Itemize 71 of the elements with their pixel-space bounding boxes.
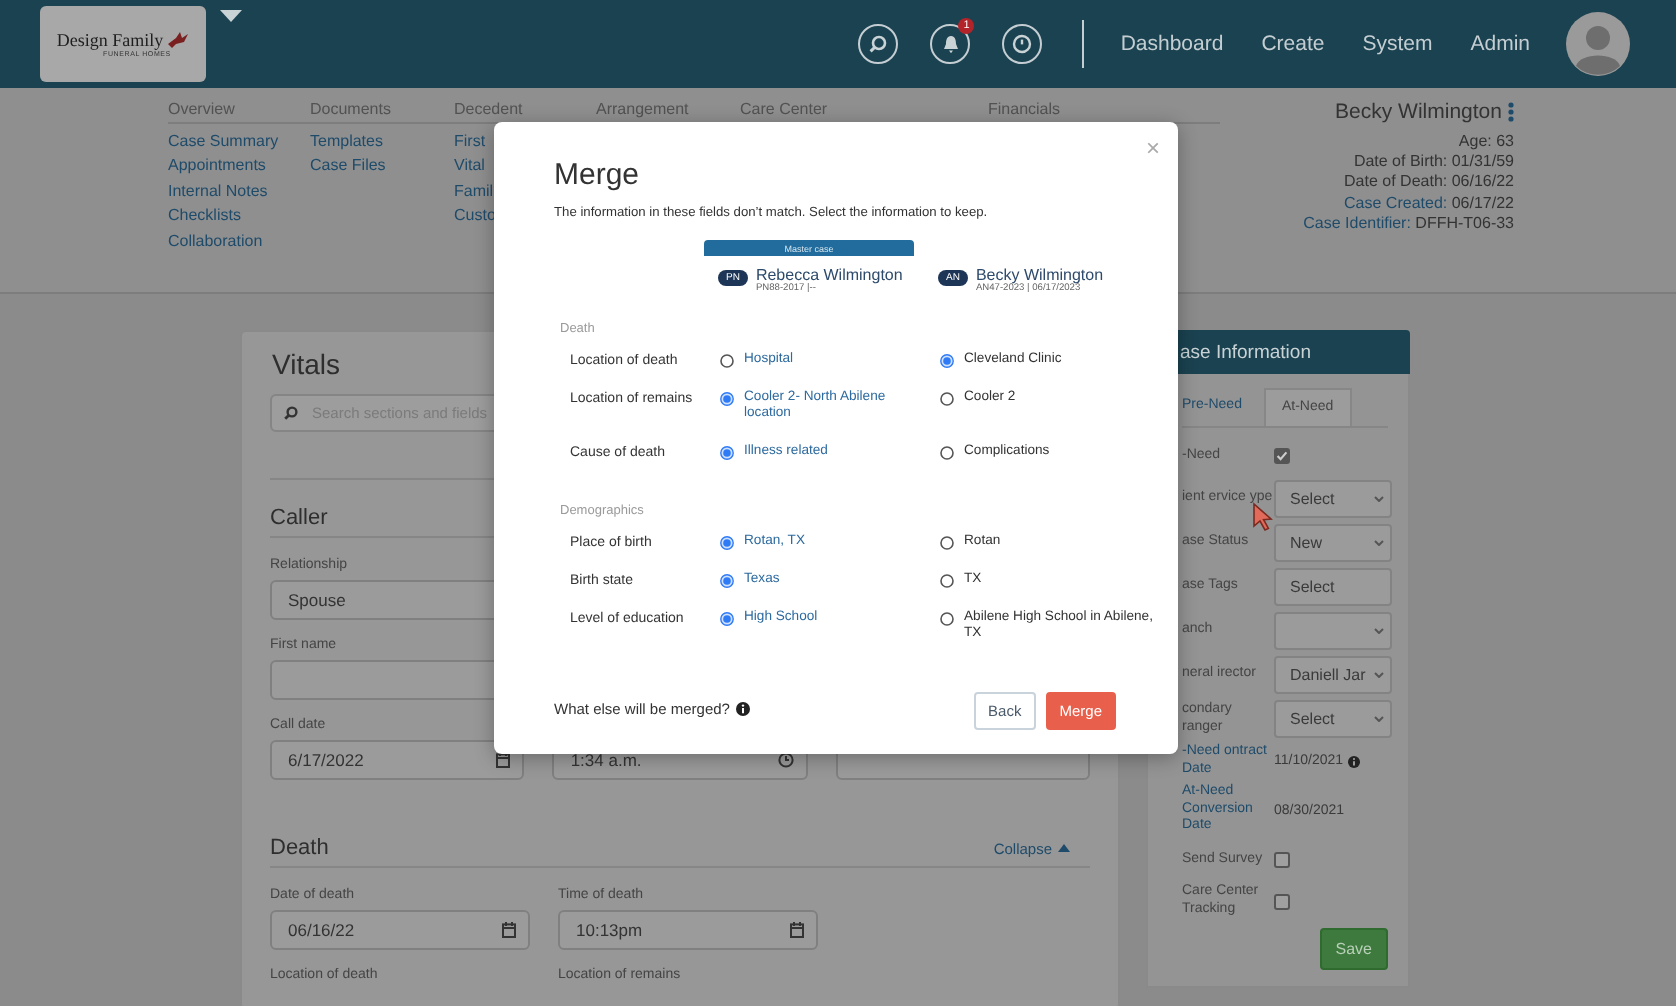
- chevron-down-icon: [1374, 672, 1384, 678]
- caret-icon[interactable]: [220, 10, 242, 22]
- case-name: Becky Wilmington: [975, 266, 1104, 284]
- checkbox[interactable]: [1274, 851, 1290, 868]
- nav-heading: Overview: [168, 100, 310, 124]
- bell-icon: [941, 34, 960, 54]
- patient-name: Becky Wilmington: [1335, 100, 1502, 124]
- kebab-menu-icon[interactable]: [1508, 102, 1514, 122]
- save-button[interactable]: Save: [1319, 927, 1388, 970]
- select-field[interactable]: Select: [1274, 700, 1392, 738]
- section-title: Death: [270, 836, 329, 860]
- date-field[interactable]: 6/17/2022: [270, 740, 525, 780]
- nav-link[interactable]: Collaboration: [168, 229, 310, 255]
- nav-link[interactable]: Dashboard: [1120, 32, 1224, 56]
- search-button[interactable]: [858, 24, 899, 64]
- chevron-down-icon: [1374, 716, 1384, 722]
- nav-link[interactable]: Case Files: [310, 154, 454, 180]
- checkbox[interactable]: [1274, 893, 1290, 910]
- info-icon[interactable]: [735, 701, 750, 716]
- section-title: Caller: [270, 506, 328, 530]
- case-detail: Case Created: 06/17/22: [1344, 193, 1514, 214]
- nav-link[interactable]: Appointments: [168, 154, 310, 180]
- select-field[interactable]: Select: [1274, 480, 1392, 518]
- nav-link[interactable]: Create: [1261, 32, 1325, 56]
- clock-icon: [1012, 34, 1033, 54]
- radio-button[interactable]: [940, 354, 954, 368]
- nav-link[interactable]: System: [1362, 32, 1433, 56]
- calendar-icon[interactable]: [496, 752, 511, 768]
- dialog-title: Merge: [554, 158, 642, 192]
- cursor-icon: [1252, 502, 1274, 532]
- nav-link[interactable]: Case Summary: [168, 130, 310, 155]
- radio-button[interactable]: [720, 445, 734, 460]
- radio-button[interactable]: [720, 611, 734, 626]
- date-field[interactable]: 06/16/22: [270, 910, 530, 950]
- radio-button[interactable]: [940, 611, 954, 626]
- select-field[interactable]: New: [1274, 524, 1392, 562]
- radio-button[interactable]: [940, 573, 954, 588]
- radio-button[interactable]: [940, 445, 954, 460]
- case-detail: Age: 63: [1458, 132, 1514, 153]
- radio-button[interactable]: [940, 536, 954, 551]
- radio-button[interactable]: [720, 573, 734, 588]
- nav-link[interactable]: Internal Notes: [168, 179, 310, 205]
- date-field[interactable]: 10:13pm: [558, 910, 818, 950]
- radio-button[interactable]: [940, 391, 954, 406]
- chevron-down-icon: [1374, 540, 1384, 546]
- nav-link[interactable]: Checklists: [168, 204, 310, 230]
- close-button[interactable]: ×: [1145, 136, 1160, 160]
- select-field[interactable]: [1274, 612, 1392, 650]
- nav-link[interactable]: Templates: [310, 130, 454, 155]
- info-icon[interactable]: [1347, 755, 1360, 768]
- radio-button[interactable]: [720, 354, 734, 368]
- tag-picker[interactable]: Select: [1274, 568, 1392, 606]
- clock-icon[interactable]: [777, 752, 794, 768]
- clock-button[interactable]: [1002, 24, 1043, 64]
- nav-heading: Documents: [310, 100, 454, 124]
- nav-link[interactable]: Admin: [1470, 32, 1530, 56]
- radio-button[interactable]: [720, 391, 734, 406]
- case-name: Rebecca Wilmington: [755, 266, 903, 284]
- chevron-down-icon: [1374, 628, 1384, 634]
- avatar-icon[interactable]: [1566, 12, 1630, 76]
- chevron-down-icon: [1374, 496, 1384, 502]
- logo-title: Design Family: [56, 30, 164, 50]
- case-detail: Case Identifier: DFFH-T06-33: [1303, 213, 1514, 235]
- select-field[interactable]: Daniell Jar: [1274, 656, 1392, 694]
- caret-up-icon: [1058, 844, 1070, 852]
- radio-button[interactable]: [720, 536, 734, 551]
- case-detail: Date of Birth: 01/31/59: [1353, 152, 1514, 173]
- checkbox[interactable]: [1274, 448, 1290, 464]
- panel-title: Vitals: [272, 348, 340, 380]
- search-icon: [868, 34, 889, 54]
- case-detail: Date of Death: 06/16/22: [1344, 172, 1514, 194]
